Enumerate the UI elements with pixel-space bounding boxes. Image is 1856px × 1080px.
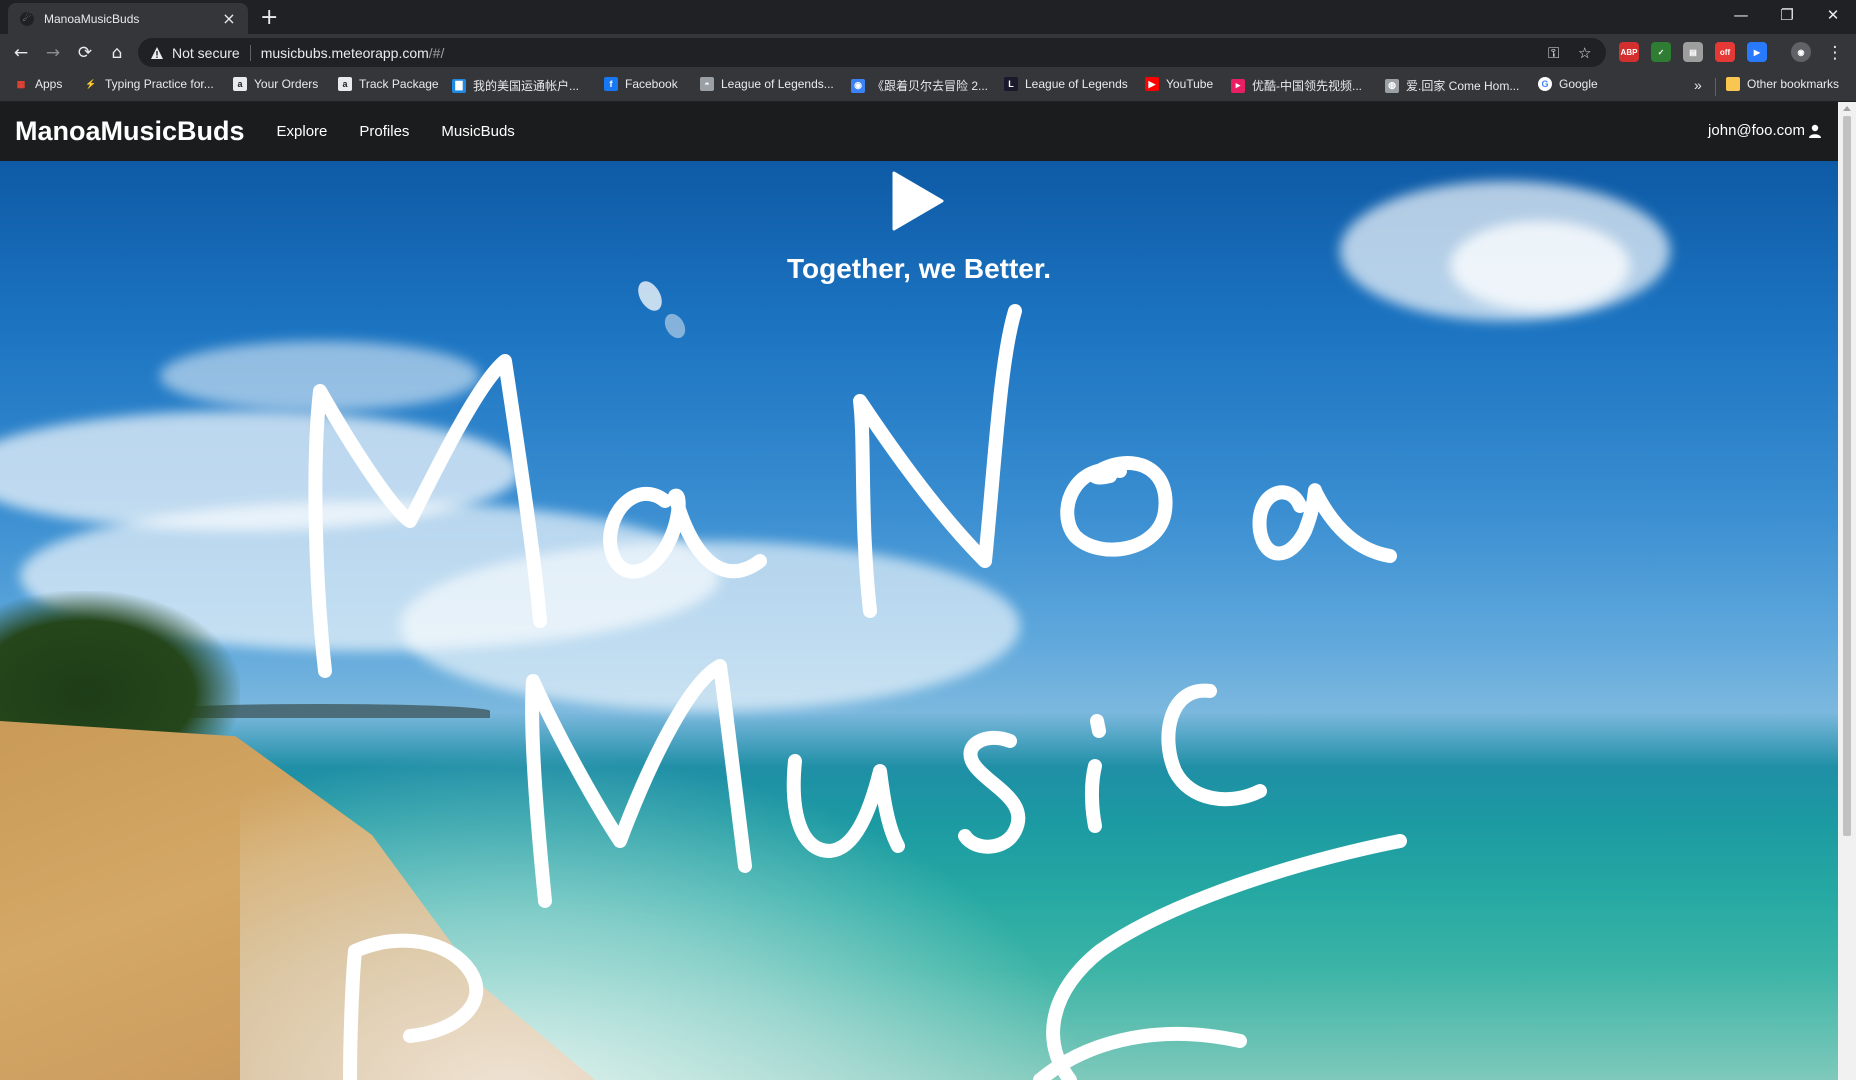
- user-icon: [1809, 124, 1821, 138]
- nav-explore[interactable]: Explore: [277, 123, 328, 140]
- tab-strip: ☄ ManoaMusicBuds × + — ❐ ✕: [0, 0, 1856, 34]
- bookmark-item[interactable]: L League of Legends: [1004, 77, 1128, 91]
- warning-icon: [151, 46, 163, 59]
- forward-button[interactable]: →: [40, 40, 66, 66]
- bookmark-item[interactable]: ▇ 我的美国运通帐户...: [452, 77, 579, 94]
- tab-title: ManoaMusicBuds: [44, 11, 140, 26]
- url-host: musicbubs.meteorapp.com: [260, 44, 429, 61]
- adblock-extension-icon[interactable]: ABP: [1619, 42, 1639, 62]
- not-secure-label[interactable]: Not secure: [172, 44, 251, 61]
- folder-icon: [1726, 77, 1740, 91]
- app-navbar: ManoaMusicBuds Explore Profiles MusicBud…: [0, 102, 1838, 161]
- bookmark-item[interactable]: a Track Package: [338, 77, 439, 91]
- user-email: john@foo.com: [1708, 122, 1805, 139]
- key-icon[interactable]: ⚿: [1548, 44, 1559, 62]
- amex-icon: ▇: [452, 78, 466, 93]
- bookmark-label: Apps: [35, 77, 63, 91]
- reload-button[interactable]: ⟳: [72, 40, 98, 66]
- youtube-icon: ▶: [1145, 77, 1159, 91]
- bookmarks-overflow-button[interactable]: »: [1694, 77, 1702, 93]
- brand-logo[interactable]: ManoaMusicBuds: [15, 116, 245, 147]
- scroll-up-arrow-icon[interactable]: [1843, 106, 1851, 111]
- address-bar[interactable]: Not secure musicbubs.meteorapp.com/#/ ⚿ …: [138, 38, 1606, 67]
- other-bookmarks-folder[interactable]: Other bookmarks: [1726, 77, 1839, 91]
- bookmarks-bar: ▦ Apps ⚡ Typing Practice for... a Your Orders…: [0, 70, 1856, 102]
- bookmark-item[interactable]: a Your Orders: [233, 77, 318, 91]
- bookmark-item[interactable]: ◍ 爱.回家 Come Hom...: [1385, 77, 1519, 94]
- bookmark-label: Facebook: [625, 77, 678, 91]
- page-scrollbar[interactable]: [1838, 102, 1856, 1080]
- amazon-icon: a: [233, 77, 247, 91]
- bookmark-label: Your Orders: [254, 77, 319, 91]
- nav-profiles[interactable]: Profiles: [359, 123, 409, 140]
- bookmark-item[interactable]: G Google: [1538, 77, 1598, 91]
- apps-grid-icon: ▦: [16, 78, 26, 89]
- amazon-icon: a: [338, 77, 352, 91]
- youku-icon: ▸: [1231, 78, 1245, 93]
- bookmark-label: 爱.回家 Come Hom...: [1406, 79, 1520, 93]
- video-icon: ◉: [851, 78, 865, 93]
- bookmark-item[interactable]: ◉ 《跟着贝尔去冒险 2...: [851, 77, 988, 94]
- user-menu[interactable]: john@foo.com: [1708, 122, 1822, 139]
- web-page: ManoaMusicBuds Explore Profiles MusicBud…: [0, 102, 1838, 1080]
- bookmark-item[interactable]: ▶ YouTube: [1145, 77, 1213, 91]
- bookmark-label: YouTube: [1166, 77, 1214, 91]
- bookmark-label: League of Legends...: [721, 77, 834, 91]
- back-button[interactable]: ←: [8, 40, 34, 66]
- meteor-favicon-icon: ☄: [20, 11, 34, 26]
- nav-musicbuds[interactable]: MusicBuds: [441, 123, 514, 140]
- close-window-button[interactable]: ✕: [1810, 0, 1856, 30]
- bookmark-item[interactable]: ⚡ Typing Practice for...: [84, 77, 214, 91]
- bookmark-item[interactable]: ◓ League of Legends...: [700, 77, 834, 91]
- bookmark-label: Typing Practice for...: [105, 77, 214, 91]
- handwritten-logo-scribble: [308, 281, 1407, 1080]
- restore-button[interactable]: ❐: [1764, 0, 1810, 30]
- bookmark-item[interactable]: ▦ Apps: [14, 77, 63, 91]
- lol-l-icon: L: [1004, 77, 1018, 91]
- url-path: /#/: [428, 44, 445, 61]
- extension-gray-icon[interactable]: ▤: [1683, 42, 1703, 62]
- close-tab-icon[interactable]: ×: [220, 9, 238, 28]
- bookmark-label: 优酷-中国领先视频...: [1252, 79, 1362, 93]
- scroll-thumb[interactable]: [1843, 116, 1851, 836]
- extension-shield-icon[interactable]: ✓: [1651, 42, 1671, 62]
- bolt-icon: ⚡: [85, 78, 97, 89]
- profile-avatar[interactable]: ◉: [1791, 42, 1811, 62]
- menu-kebab-icon[interactable]: ⋮: [1822, 40, 1848, 66]
- minimize-button[interactable]: —: [1718, 0, 1764, 30]
- bookmark-label: Track Package: [359, 77, 439, 91]
- zoom-extension-icon[interactable]: ▶: [1747, 42, 1767, 62]
- bookmarks-divider: [1715, 78, 1716, 96]
- facebook-icon: f: [604, 77, 618, 91]
- bookmark-star-icon[interactable]: ☆: [1578, 44, 1591, 62]
- bookmark-label: 我的美国运通帐户...: [473, 79, 580, 93]
- extension-off-icon[interactable]: off: [1715, 42, 1735, 62]
- globe-icon: ◍: [1385, 78, 1399, 93]
- bookmark-label: 《跟着贝尔去冒险 2...: [872, 79, 989, 93]
- new-tab-button[interactable]: +: [260, 5, 278, 30]
- home-button[interactable]: ⌂: [104, 40, 130, 66]
- browser-toolbar: ← → ⟳ ⌂ Not secure musicbubs.meteorapp.c…: [0, 34, 1856, 70]
- bookmark-item[interactable]: ▸ 优酷-中国领先视频...: [1231, 77, 1362, 94]
- bookmark-item[interactable]: f Facebook: [604, 77, 678, 91]
- hero-beach-background: Together, we Better.: [0, 161, 1838, 1080]
- browser-tab[interactable]: ☄ ManoaMusicBuds ×: [8, 3, 248, 34]
- bookmark-label: League of Legends: [1025, 77, 1128, 91]
- other-bookmarks-label: Other bookmarks: [1747, 77, 1840, 91]
- google-icon: G: [1538, 77, 1552, 91]
- lol-icon: ◓: [700, 77, 714, 91]
- bookmark-label: Google: [1559, 77, 1598, 91]
